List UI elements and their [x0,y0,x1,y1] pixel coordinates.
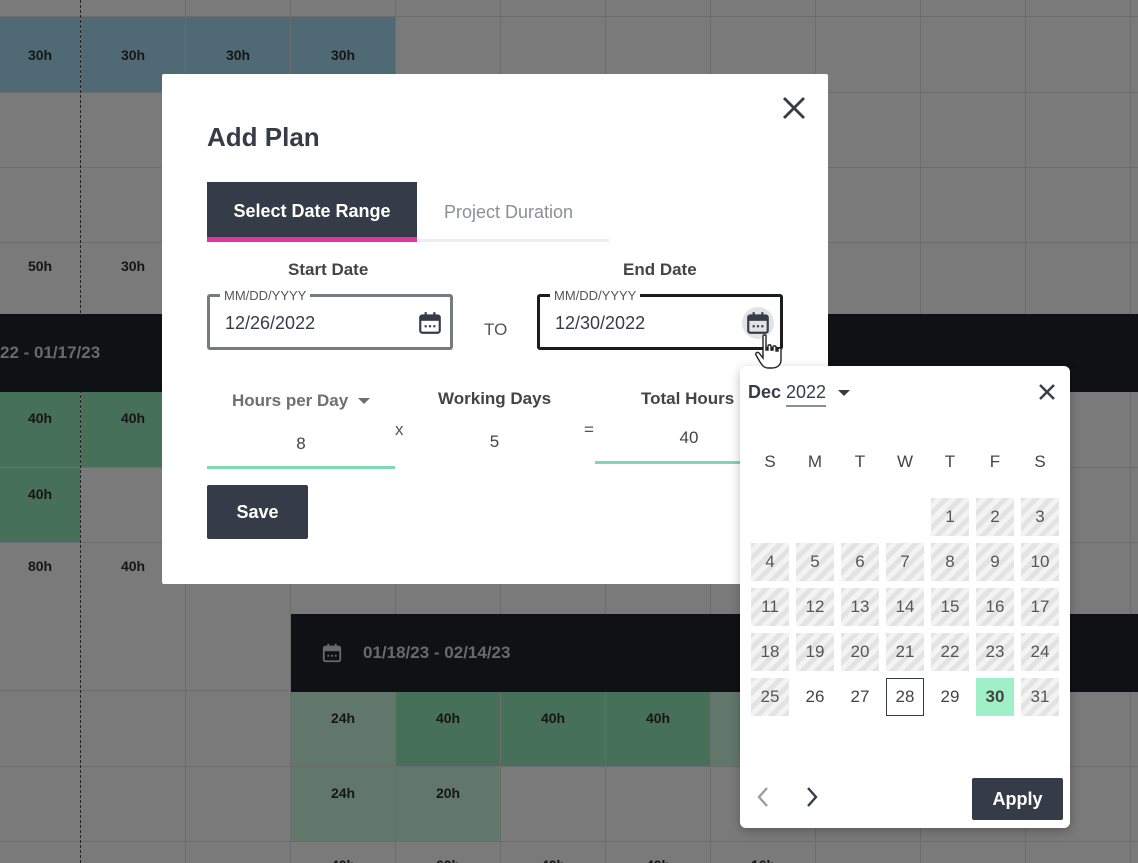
calendar-day[interactable]: 29 [931,678,969,716]
calendar-day[interactable]: 19 [796,633,834,671]
end-date-placeholder: MM/DD/YYYY [550,288,641,303]
tab-select-date-range[interactable]: Select Date Range [207,182,417,242]
start-date-input[interactable]: 12/26/2022 [225,313,315,334]
start-date-field[interactable]: MM/DD/YYYY 12/26/2022 [207,288,453,350]
picker-month: Dec [748,382,782,402]
close-button[interactable] [780,94,808,122]
equals-sign: = [584,420,594,439]
calendar-day[interactable]: 16 [976,588,1014,626]
weekday-label: W [896,452,914,471]
weekday-label: T [854,452,866,471]
weekday-label: S [1034,452,1046,471]
calendar-day[interactable]: 22 [931,633,969,671]
calendar-day[interactable]: 17 [1021,588,1059,626]
calendar-day[interactable]: 25 [751,678,789,716]
next-month-button[interactable] [797,782,827,812]
end-date-input[interactable]: 12/30/2022 [555,313,645,334]
chevron-left-icon [757,787,768,807]
weekday-label: M [807,452,823,471]
start-date-placeholder: MM/DD/YYYY [220,288,311,303]
end-date-label: End Date [623,260,697,279]
total-hours-label: Total Hours [641,389,735,408]
working-days-label: Working Days [438,389,552,408]
start-date-calendar-button[interactable] [414,307,446,339]
picker-year-select[interactable]: 2022 [786,382,827,407]
calendar-day[interactable]: 20 [841,633,879,671]
calendar-day[interactable]: 18 [751,633,789,671]
working-days-value: 5 [489,432,500,451]
calendar-day[interactable]: 10 [1021,543,1059,581]
caret-down-icon [358,398,371,404]
hours-per-day-underline [207,466,395,469]
calendar-day[interactable]: 24 [1021,633,1059,671]
end-date-calendar-button[interactable] [742,307,774,339]
calendar-day[interactable]: 1 [931,498,969,536]
calendar-day[interactable]: 31 [1021,678,1059,716]
add-plan-modal: Add Plan Select Date Range Project Durat… [162,74,828,584]
calendar-icon [747,312,769,334]
calendar-day[interactable]: 30 [976,678,1014,716]
calendar-day[interactable]: 5 [796,543,834,581]
caret-down-icon[interactable] [836,386,852,400]
calendar-day[interactable]: 23 [976,633,1014,671]
calendar-day[interactable]: 6 [841,543,879,581]
calendar-day[interactable]: 15 [931,588,969,626]
tab-project-duration[interactable]: Project Duration [444,182,573,242]
calendar-day[interactable]: 11 [751,588,789,626]
tab-bar: Select Date Range Project Duration [207,182,609,242]
to-label: TO [484,320,508,339]
hours-per-day-label: Hours per Day [232,391,349,410]
start-date-label: Start Date [288,260,369,279]
calendar-day[interactable]: 4 [751,543,789,581]
calendar-day[interactable]: 3 [1021,498,1059,536]
apply-button[interactable]: Apply [972,778,1063,820]
date-picker: Dec 2022 S M T W T F S 1 2 3 4 5 6 7 8 9 10 11 12 13… [740,366,1070,828]
close-icon[interactable] [1036,381,1058,403]
prev-month-button[interactable] [748,782,778,812]
modal-title: Add Plan [207,122,320,152]
save-button[interactable]: Save [207,485,308,539]
close-icon [783,97,805,119]
end-date-field[interactable]: MM/DD/YYYY 12/30/2022 [537,288,783,350]
calendar-day[interactable]: 26 [796,678,834,716]
hours-per-day-input[interactable]: 8 [207,434,395,454]
calendar-day[interactable]: 14 [886,588,924,626]
calendar-day[interactable]: 28 [886,678,924,716]
calendar-day[interactable]: 8 [931,543,969,581]
chevron-right-icon [807,787,818,807]
calendar-day[interactable]: 27 [841,678,879,716]
weekday-label: T [944,452,956,471]
multiply-sign: x [395,420,404,439]
calendar-day[interactable]: 12 [796,588,834,626]
hours-per-day-dropdown[interactable]: Hours per Day [232,391,372,411]
calendar-day[interactable]: 9 [976,543,1014,581]
weekday-label: S [764,452,776,471]
calendar-day[interactable]: 2 [976,498,1014,536]
calendar-day[interactable]: 21 [886,633,924,671]
calendar-icon [419,312,441,334]
weekday-label: F [989,452,1001,471]
calendar-day[interactable]: 13 [841,588,879,626]
total-hours-underline [595,461,745,464]
calendar-day[interactable]: 7 [886,543,924,581]
